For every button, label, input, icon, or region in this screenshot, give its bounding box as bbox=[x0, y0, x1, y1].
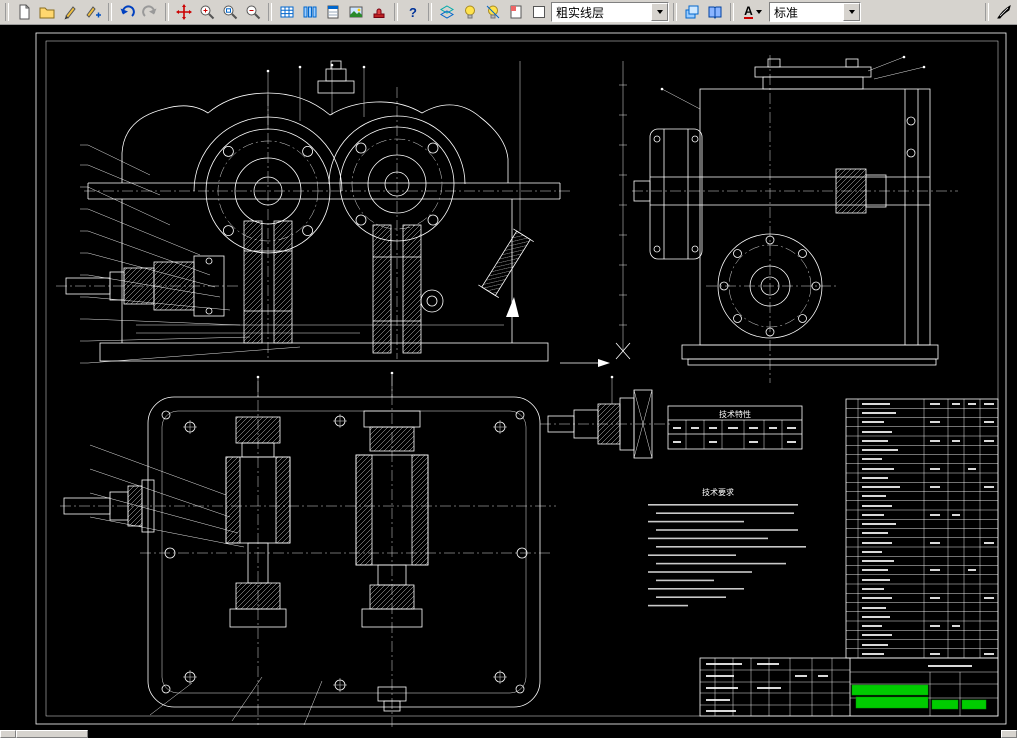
open-file-button[interactable] bbox=[36, 2, 58, 22]
chevron-down-icon bbox=[848, 10, 855, 14]
edit-button[interactable] bbox=[59, 2, 81, 22]
tech-requirements-title: 技术要求 bbox=[702, 487, 734, 497]
title-block-highlight-cell bbox=[855, 696, 929, 709]
chevron-down-icon bbox=[755, 10, 762, 14]
redo-button[interactable] bbox=[139, 2, 161, 22]
new-file-icon bbox=[19, 4, 30, 20]
style-combo-value: 标准 bbox=[774, 5, 799, 20]
book-icon bbox=[708, 6, 722, 20]
tech-characteristics-title: 技术特性 bbox=[719, 409, 751, 419]
style-combo[interactable]: 标准 bbox=[769, 2, 861, 22]
columns-button[interactable] bbox=[299, 2, 321, 22]
toolbar-separator bbox=[985, 3, 989, 21]
title-block-highlight-cell bbox=[931, 699, 959, 710]
columns-icon bbox=[303, 6, 317, 18]
bulb-off-icon bbox=[486, 5, 500, 19]
title-block-highlight-cell bbox=[851, 684, 929, 696]
layer-off-button[interactable] bbox=[482, 2, 504, 22]
text-style-button[interactable]: A bbox=[738, 2, 768, 22]
layer-combo[interactable]: 粗实线层 bbox=[551, 2, 669, 22]
annotate-button[interactable] bbox=[82, 2, 104, 22]
pan-icon bbox=[176, 4, 192, 20]
layers-diamond-button[interactable] bbox=[436, 2, 458, 22]
zoom-extents-icon bbox=[246, 5, 261, 20]
stamp-button[interactable] bbox=[368, 2, 390, 22]
redo-icon bbox=[142, 5, 157, 17]
title-block-highlight-cell bbox=[961, 699, 987, 710]
table-button[interactable] bbox=[322, 2, 344, 22]
layer-combo-arrow[interactable] bbox=[651, 3, 668, 21]
toolbar-separator bbox=[108, 3, 112, 21]
layer-manager-button[interactable] bbox=[681, 2, 703, 22]
layer-color-swatch-icon bbox=[533, 6, 545, 18]
styles-book-button[interactable] bbox=[704, 2, 726, 22]
bulb-on-icon bbox=[465, 5, 475, 19]
undo-button[interactable] bbox=[116, 2, 138, 22]
drawing-area[interactable]: 技术特性 技术要求 bbox=[0, 25, 1017, 730]
main-toolbar: ? 粗实线层 A 标准 bbox=[0, 0, 1017, 25]
toolbar-separator bbox=[730, 3, 734, 21]
zoom-window-button[interactable] bbox=[219, 2, 241, 22]
layer-combo-value: 粗实线层 bbox=[556, 5, 605, 20]
toolbar-separator bbox=[673, 3, 677, 21]
zoom-in-icon bbox=[200, 5, 215, 20]
grid-icon bbox=[280, 6, 294, 18]
zoom-in-button[interactable] bbox=[196, 2, 218, 22]
layer-stack-icon bbox=[685, 5, 699, 19]
table-doc-icon bbox=[327, 5, 339, 19]
zoom-window-icon bbox=[223, 5, 238, 20]
layer-on-button[interactable] bbox=[459, 2, 481, 22]
cad-drawing[interactable]: 技术特性 技术要求 bbox=[0, 25, 1017, 730]
grid-button[interactable] bbox=[276, 2, 298, 22]
pan-button[interactable] bbox=[173, 2, 195, 22]
toolbar-separator bbox=[165, 3, 169, 21]
toolbar-separator bbox=[268, 3, 272, 21]
help-button[interactable]: ? bbox=[402, 2, 424, 22]
new-layer-button[interactable] bbox=[505, 2, 527, 22]
image-button[interactable] bbox=[345, 2, 367, 22]
new-file-button[interactable] bbox=[13, 2, 35, 22]
open-folder-icon bbox=[39, 7, 55, 19]
chevron-down-icon bbox=[656, 10, 663, 14]
toolbar-separator bbox=[394, 3, 398, 21]
toolbar-separator bbox=[428, 3, 432, 21]
style-combo-arrow[interactable] bbox=[843, 3, 860, 21]
toolbar-separator bbox=[5, 3, 9, 21]
stamp-icon bbox=[373, 8, 385, 18]
pencil-plus-icon bbox=[86, 6, 101, 18]
pencil-icon bbox=[64, 6, 76, 20]
layer-color-button[interactable] bbox=[528, 2, 550, 22]
layers-diamond-icon bbox=[440, 5, 454, 19]
help-icon: ? bbox=[409, 4, 417, 20]
pen-tool-button[interactable] bbox=[993, 2, 1015, 22]
image-icon bbox=[349, 6, 363, 18]
layer-sheet-icon bbox=[510, 5, 522, 19]
pen-nib-icon bbox=[997, 4, 1011, 19]
undo-icon bbox=[120, 5, 135, 17]
text-style-icon: A bbox=[744, 3, 753, 19]
zoom-extents-button[interactable] bbox=[242, 2, 264, 22]
